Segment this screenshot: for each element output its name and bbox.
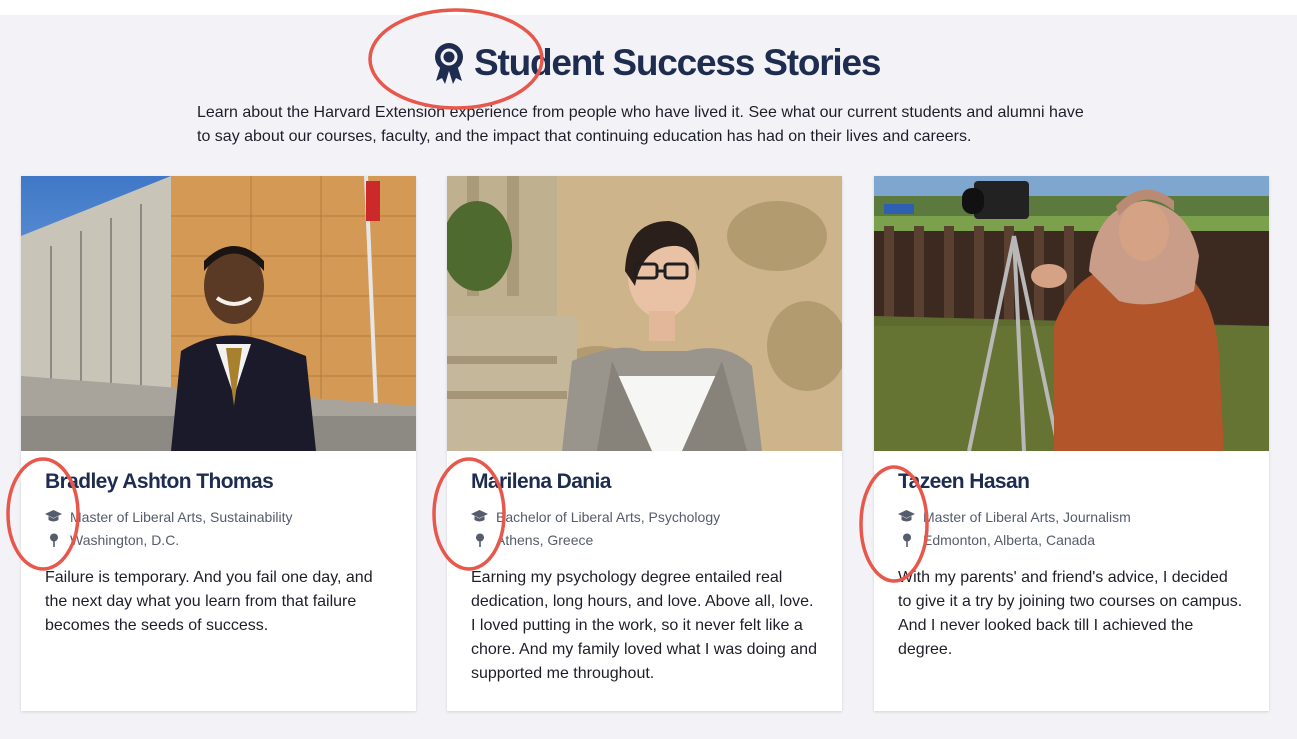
location-text: Athens, Greece [496, 531, 594, 548]
section-heading: Student Success Stories [432, 38, 881, 88]
degree-text: Bachelor of Liberal Arts, Psychology [496, 508, 721, 525]
photo-illustration [447, 176, 842, 451]
degree-text: Master of Liberal Arts, Journalism [923, 508, 1131, 525]
story-quote: Failure is temporary. And you fail one d… [45, 569, 373, 634]
story-name[interactable]: Tazeen Hasan [898, 468, 1245, 496]
intro-text: Learn about the Harvard Extension experi… [197, 104, 1084, 145]
graduation-cap-icon [45, 510, 62, 524]
map-pin-icon [898, 533, 915, 547]
location-text: Washington, D.C. [70, 531, 180, 548]
story-card-marilena[interactable]: Marilena Dania Bachelor of Liberal Arts,… [447, 176, 842, 711]
story-quote: With my parents' and friend's advice, I … [898, 569, 1243, 658]
degree-text: Master of Liberal Arts, Sustainability [70, 508, 293, 525]
story-name[interactable]: Marilena Dania [471, 468, 818, 496]
story-photo[interactable] [874, 176, 1269, 451]
award-ribbon-icon [435, 43, 463, 84]
story-card-bradley[interactable]: Bradley Ashton Thomas Master of Liberal … [21, 176, 416, 711]
story-quote: Earning my psychology degree entailed re… [471, 569, 817, 682]
location-row: Edmonton, Alberta, Canada [898, 529, 1245, 550]
location-row: Washington, D.C. [45, 529, 392, 550]
story-name[interactable]: Bradley Ashton Thomas [45, 468, 392, 496]
map-pin-icon [45, 533, 62, 547]
location-text: Edmonton, Alberta, Canada [923, 531, 1096, 548]
page-title: Student Success Stories [474, 42, 881, 83]
top-bar [0, 0, 1297, 15]
location-row: Athens, Greece [471, 529, 818, 550]
story-photo[interactable] [21, 176, 416, 451]
degree-row: Master of Liberal Arts, Sustainability [45, 506, 392, 527]
degree-row: Master of Liberal Arts, Journalism [898, 506, 1245, 527]
graduation-cap-icon [898, 510, 915, 524]
photo-illustration [21, 176, 416, 451]
map-pin-icon [471, 533, 488, 547]
story-card-tazeen[interactable]: Tazeen Hasan Master of Liberal Arts, Jou… [874, 176, 1269, 711]
degree-row: Bachelor of Liberal Arts, Psychology [471, 506, 818, 527]
photo-illustration [874, 176, 1269, 451]
graduation-cap-icon [471, 510, 488, 524]
story-photo[interactable] [447, 176, 842, 451]
